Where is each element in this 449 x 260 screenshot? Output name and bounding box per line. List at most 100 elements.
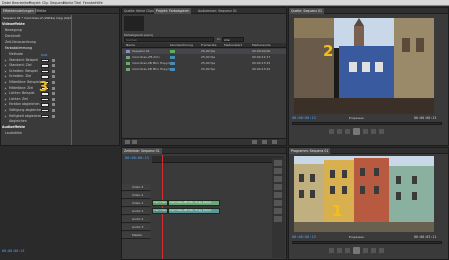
- menu-projekt[interactable]: Projekt: [29, 0, 41, 6]
- source-fit-select[interactable]: Einpassen: [349, 116, 364, 120]
- stopwatch-icon[interactable]: [4, 103, 7, 107]
- color-swatch[interactable]: [41, 58, 49, 62]
- tab-source-monitor[interactable]: Quelle: Sequenz 01: [289, 8, 325, 14]
- stopwatch-icon[interactable]: [4, 92, 7, 96]
- eyedropper-icon[interactable]: [52, 69, 55, 73]
- tab-effects[interactable]: Effekte: [33, 8, 48, 14]
- menu-fenster[interactable]: Fenster: [83, 0, 96, 6]
- section-volume[interactable]: Lautstärke: [5, 131, 22, 136]
- color-swatch[interactable]: [41, 114, 49, 118]
- program-timecode-current[interactable]: 00:00:00:13: [292, 235, 316, 239]
- program-extract-icon[interactable]: [379, 248, 384, 253]
- section-video-effects[interactable]: Videoeffekte: [2, 22, 25, 27]
- source-time-ruler[interactable]: [292, 122, 442, 125]
- stopwatch-icon[interactable]: [4, 114, 7, 118]
- stopwatch-icon[interactable]: [4, 58, 7, 62]
- eyedropper-icon[interactable]: [52, 97, 55, 101]
- track-audio-3[interactable]: Audio 3: [122, 224, 150, 231]
- safe-margins-icon[interactable]: [379, 129, 384, 134]
- track-video-2[interactable]: Video 2: [122, 192, 150, 199]
- loop-icon[interactable]: [371, 129, 376, 134]
- eyedropper-icon[interactable]: [52, 109, 55, 112]
- eyedropper-icon[interactable]: [52, 103, 55, 107]
- hand-tool-icon[interactable]: [274, 208, 282, 214]
- stopwatch-icon[interactable]: [4, 97, 7, 101]
- zoom-tool-icon[interactable]: [274, 216, 282, 222]
- eyedropper-icon[interactable]: [52, 81, 55, 84]
- stopwatch-icon[interactable]: [4, 69, 7, 73]
- clip-audio-1b[interactable]: marcohas-0B Mini Hopy [Opac: [168, 208, 220, 214]
- program-time-ruler[interactable]: [292, 241, 442, 244]
- program-lift-icon[interactable]: [371, 248, 376, 253]
- stopwatch-icon[interactable]: [4, 86, 7, 90]
- menu-hilfe[interactable]: Hilfe: [95, 0, 103, 6]
- color-swatch[interactable]: [41, 97, 49, 102]
- section-opacity[interactable]: Deckkraft: [5, 34, 20, 39]
- mark-out-icon[interactable]: [337, 129, 342, 134]
- col-media-end[interactable]: Medienende: [252, 43, 270, 48]
- label-color-chip[interactable]: [170, 56, 175, 59]
- label-color-chip[interactable]: [170, 50, 175, 53]
- track-select-tool-icon[interactable]: [274, 168, 282, 174]
- track-video-3[interactable]: Video 3: [122, 184, 150, 191]
- step-back-icon[interactable]: [345, 129, 350, 134]
- clip-video-1a[interactable]: marcohas-0B Mini Hopy [Farb: [152, 200, 168, 206]
- program-step-back-icon[interactable]: [345, 248, 350, 253]
- section-color-match[interactable]: Farbabstimmung: [5, 46, 32, 51]
- section-audio-effects[interactable]: Audioeffekte: [2, 125, 25, 130]
- eyedropper-icon[interactable]: [52, 92, 55, 96]
- color-swatch[interactable]: [41, 69, 49, 74]
- effect-method-value[interactable]: RGB: [41, 53, 47, 57]
- icon-view-icon[interactable]: [132, 140, 137, 144]
- program-mark-in-icon[interactable]: [329, 248, 334, 253]
- project-item-row[interactable]: marcohas-vf5.dmc 25,00 fps 00:00:12:17: [122, 55, 286, 60]
- timeline-ruler[interactable]: [152, 156, 284, 163]
- razor-tool-icon[interactable]: [274, 184, 282, 190]
- slip-tool-icon[interactable]: [274, 192, 282, 198]
- new-item-icon[interactable]: [262, 140, 267, 144]
- effect-timecode[interactable]: 00:00:00:13: [2, 249, 24, 253]
- step-forward-icon[interactable]: [363, 129, 368, 134]
- tab-timeline[interactable]: Zeitleiste: Sequenz 01: [122, 148, 162, 154]
- eyedropper-icon[interactable]: [52, 58, 55, 62]
- col-name[interactable]: Name: [126, 43, 135, 48]
- menu-clip[interactable]: Clip: [42, 0, 48, 6]
- new-bin-icon[interactable]: [252, 140, 257, 144]
- section-time-remap[interactable]: Zeit-Neuzuordnung: [5, 40, 36, 45]
- col-label[interactable]: Kennzeichnung: [170, 43, 193, 48]
- menu-marke[interactable]: Marke: [63, 0, 73, 6]
- stopwatch-icon[interactable]: [4, 81, 7, 84]
- mark-in-icon[interactable]: [329, 129, 334, 134]
- eyedropper-icon[interactable]: [52, 64, 55, 68]
- clip-video-1b[interactable]: marcohas-0B Mini Hopy [Opac: [168, 200, 220, 206]
- tab-project[interactable]: Projekt: Farbabgleich: [154, 8, 192, 14]
- label-color-chip[interactable]: [170, 68, 175, 71]
- trash-icon[interactable]: [272, 140, 277, 144]
- tab-program-monitor[interactable]: Programm: Sequenz 01: [289, 148, 331, 154]
- section-motion[interactable]: Bewegung: [5, 28, 22, 33]
- color-swatch[interactable]: [41, 75, 49, 79]
- color-swatch[interactable]: [41, 64, 49, 68]
- menu-titel[interactable]: Titel: [74, 0, 81, 6]
- pen-tool-icon[interactable]: [274, 200, 282, 206]
- col-framerate[interactable]: Framerate: [201, 43, 216, 48]
- label-color-chip[interactable]: [170, 62, 175, 65]
- play-icon[interactable]: [353, 128, 360, 135]
- project-item-row[interactable]: marcohas-0B Mini Hopy.mpg 25,00 fps 00:00:…: [122, 61, 286, 66]
- eyedropper-icon[interactable]: [52, 114, 55, 118]
- program-step-forward-icon[interactable]: [363, 248, 368, 253]
- ripple-edit-tool-icon[interactable]: [274, 176, 282, 182]
- tab-audio-mixer[interactable]: Audiomixer: Sequenz 01: [196, 8, 239, 14]
- stopwatch-icon[interactable]: [4, 64, 7, 68]
- project-search-input[interactable]: Suchen: [124, 37, 214, 42]
- selection-tool-icon[interactable]: [274, 160, 282, 166]
- stopwatch-icon[interactable]: [4, 75, 7, 79]
- program-fit-select[interactable]: Einpassen: [349, 235, 364, 239]
- program-mark-out-icon[interactable]: [337, 248, 342, 253]
- eyedropper-icon[interactable]: [52, 86, 55, 90]
- color-swatch[interactable]: [41, 103, 49, 107]
- eyedropper-icon[interactable]: [52, 75, 55, 79]
- timeline-timecode[interactable]: 00:00:00:13: [125, 156, 149, 160]
- list-view-icon[interactable]: [125, 140, 130, 144]
- track-master[interactable]: Master: [122, 232, 150, 239]
